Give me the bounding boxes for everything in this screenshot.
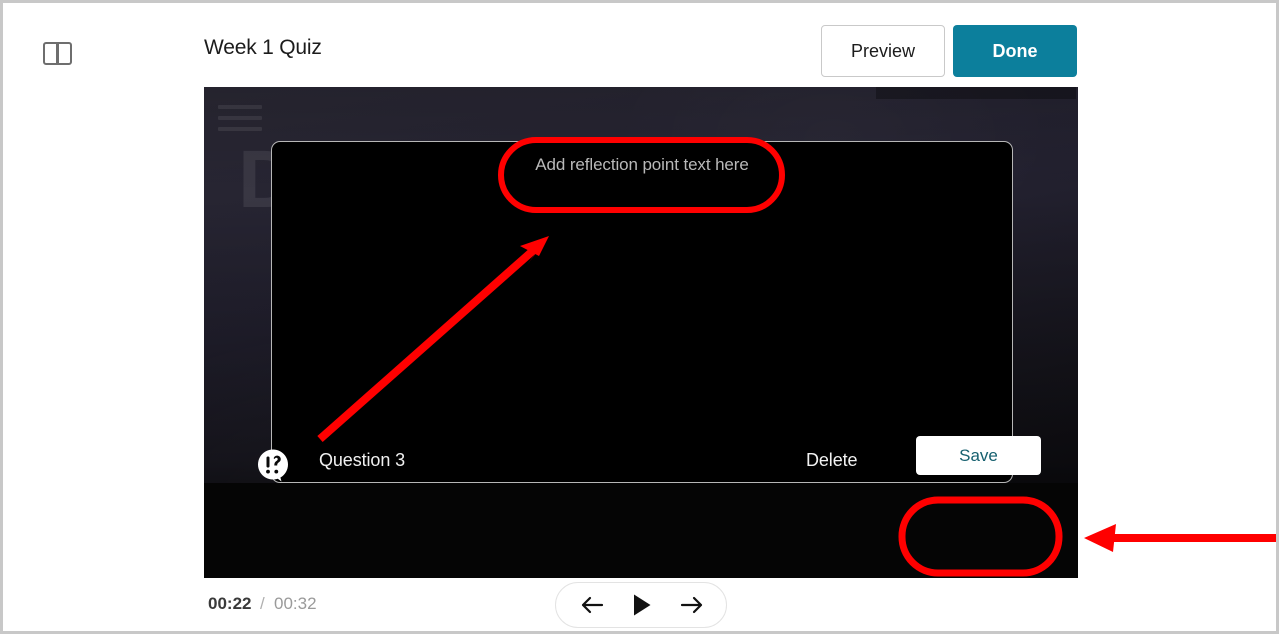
done-button[interactable]: Done [953, 25, 1077, 77]
page-title: Week 1 Quiz [204, 36, 322, 59]
stage-footer-bar [204, 483, 1078, 578]
play-button[interactable] [620, 583, 664, 627]
question-label: Question 3 [319, 450, 406, 470]
app-window: Week 1 Quiz Preview Done D Add reflectio… [0, 0, 1279, 634]
current-time-label: 00:22 [208, 594, 252, 613]
save-button[interactable]: Save [916, 436, 1041, 475]
reflection-text-input[interactable]: Add reflection point text here [271, 141, 1013, 483]
arrow-right-icon [680, 596, 703, 614]
playback-bar: 00:22 / 00:32 [204, 578, 1078, 631]
reflection-placeholder-text: Add reflection point text here [535, 155, 749, 174]
previous-button[interactable] [570, 583, 614, 627]
next-button[interactable] [670, 583, 714, 627]
video-stage[interactable]: D Add reflection point text here Questio… [204, 87, 1078, 578]
question-exclamation-bubble-icon [257, 449, 288, 482]
preview-button[interactable]: Preview [821, 25, 945, 77]
arrow-left-icon [581, 596, 604, 614]
play-icon [634, 594, 651, 616]
red-horizontal-arrow [1084, 524, 1276, 552]
delete-button[interactable]: Delete [806, 450, 858, 471]
time-separator: / [260, 594, 265, 613]
playback-controls-pill [555, 582, 727, 628]
top-bar: Week 1 Quiz Preview Done [3, 3, 1276, 85]
panel-layout-icon[interactable] [43, 42, 72, 65]
total-time-label: 00:32 [274, 594, 317, 613]
